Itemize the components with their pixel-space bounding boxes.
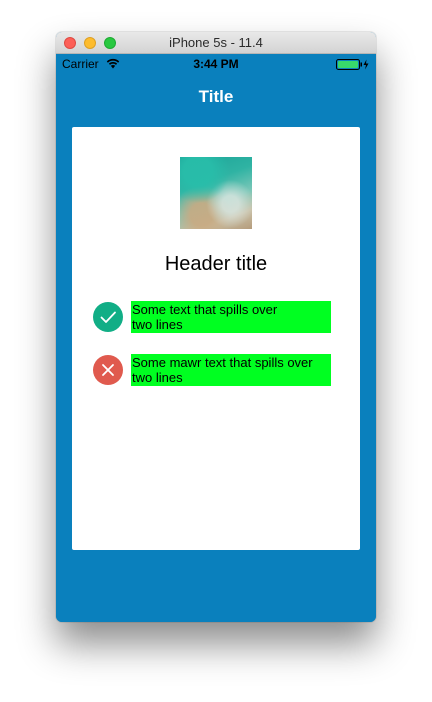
iphone-screen: Carrier 3:44 PM Title Header title Some … bbox=[56, 54, 376, 622]
list-item: Some mawr text that spills over two line… bbox=[93, 354, 333, 386]
item-text: Some text that spills over two lines bbox=[131, 301, 331, 333]
item-text: Some mawr text that spills over two line… bbox=[131, 354, 331, 386]
x-circle-icon bbox=[93, 355, 123, 385]
status-time: 3:44 PM bbox=[193, 57, 239, 71]
content-card: Header title Some text that spills over … bbox=[72, 127, 360, 550]
header-image bbox=[180, 157, 252, 229]
check-circle-icon bbox=[93, 302, 123, 332]
window-titlebar: iPhone 5s - 11.4 bbox=[56, 32, 376, 54]
simulator-window: iPhone 5s - 11.4 Carrier 3:44 PM Title H… bbox=[56, 32, 376, 622]
status-bar: Carrier 3:44 PM bbox=[56, 54, 376, 74]
list-item: Some text that spills over two lines bbox=[93, 301, 333, 333]
battery-charging-icon bbox=[336, 59, 369, 70]
nav-title: Title bbox=[198, 87, 234, 106]
window-title: iPhone 5s - 11.4 bbox=[169, 35, 263, 50]
header-title: Header title bbox=[164, 253, 268, 275]
